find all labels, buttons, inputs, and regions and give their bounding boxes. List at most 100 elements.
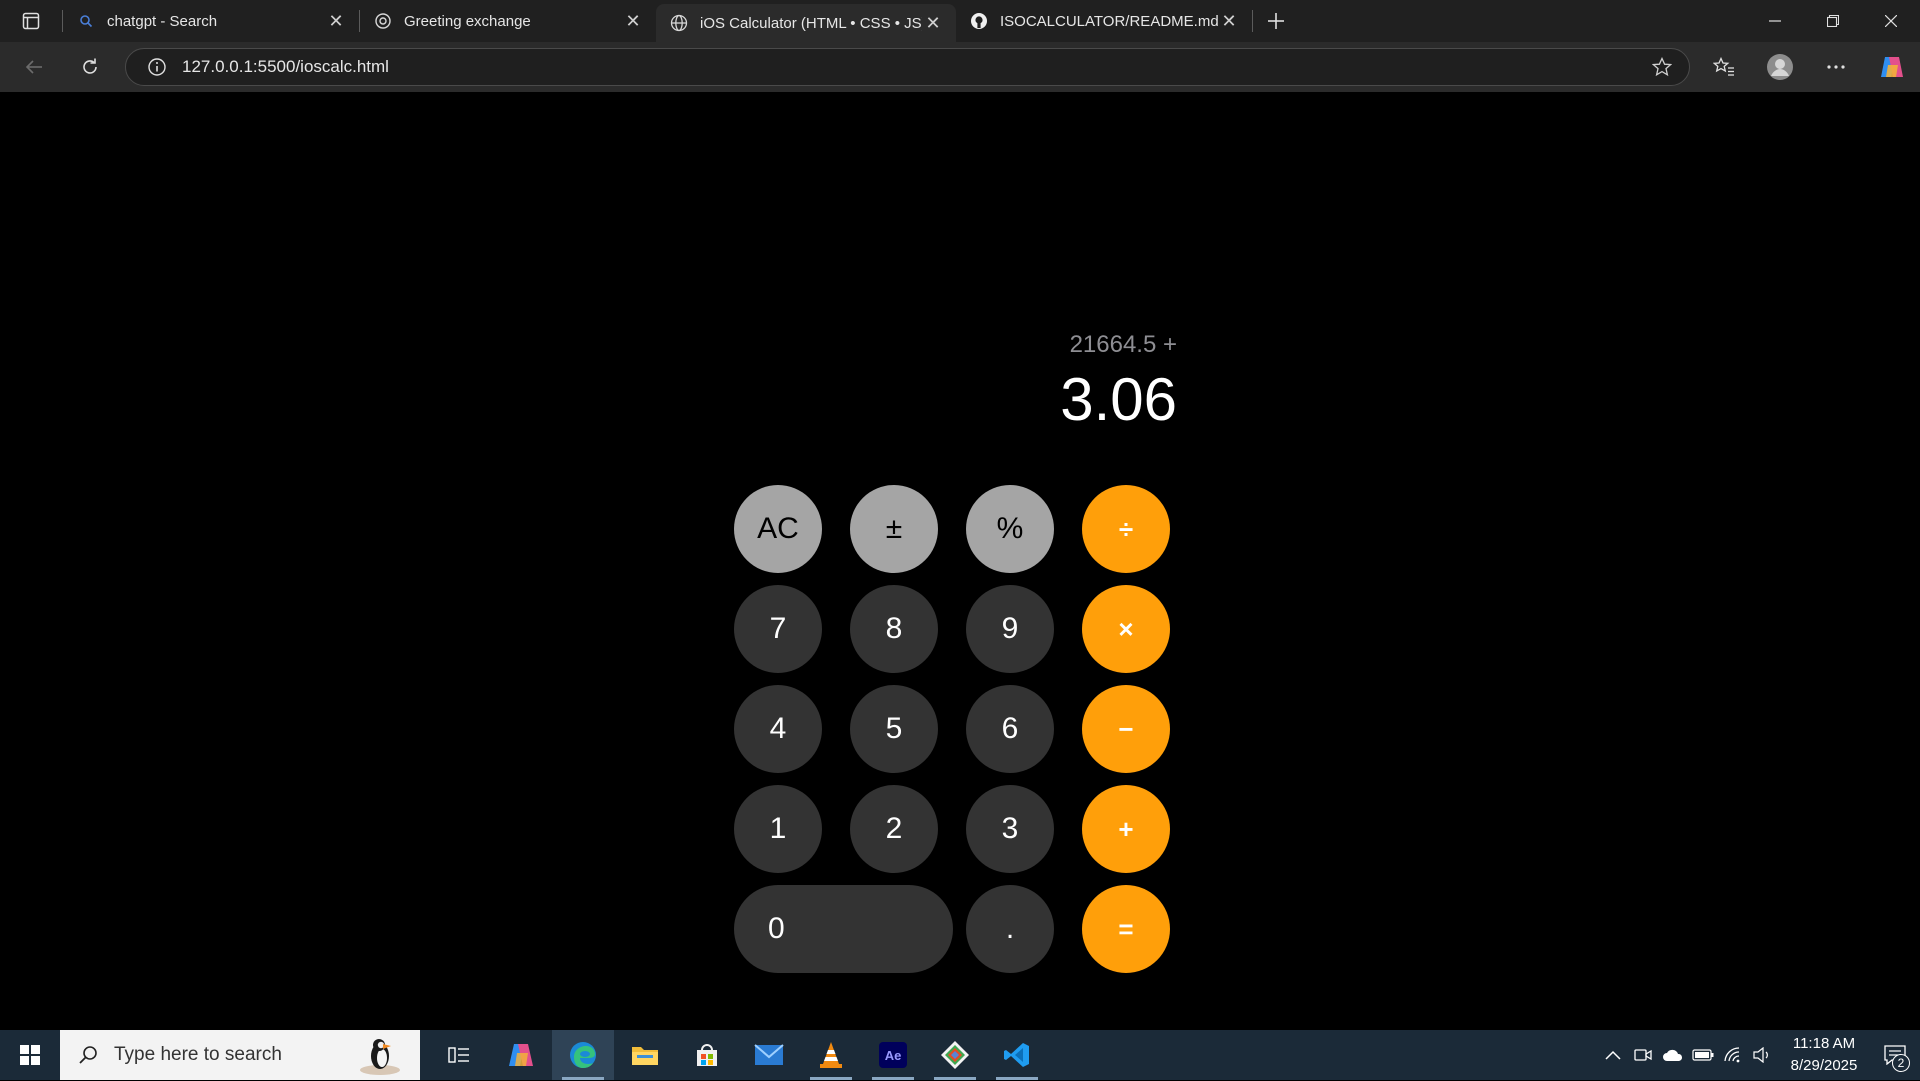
notification-count-badge: 2 <box>1892 1054 1910 1072</box>
volume-button[interactable] <box>1748 1030 1778 1080</box>
mail-button[interactable] <box>738 1030 800 1080</box>
divide-button[interactable]: ÷ <box>1082 485 1170 573</box>
more-dots-icon <box>1827 65 1845 69</box>
task-view-icon <box>448 1047 469 1063</box>
digit-6-button[interactable]: 6 <box>966 685 1054 773</box>
copilot-icon <box>509 1044 533 1066</box>
copilot-icon <box>1881 57 1903 77</box>
back-button[interactable] <box>12 45 56 89</box>
show-hidden-icons-button[interactable] <box>1598 1030 1628 1080</box>
equals-button[interactable]: = <box>1082 885 1170 973</box>
tab-close-icon[interactable]: ✕ <box>922 12 944 34</box>
copilot-button[interactable] <box>1864 42 1920 92</box>
decimal-button[interactable]: . <box>966 885 1054 973</box>
new-tab-button[interactable] <box>1253 0 1299 42</box>
microsoft-store-button[interactable] <box>676 1030 738 1080</box>
tab-github-readme[interactable]: ISOCALCULATOR/README.md at m ✕ <box>956 0 1252 42</box>
restore-icon <box>1827 15 1839 27</box>
digit-5-button[interactable]: 5 <box>850 685 938 773</box>
favorites-icon <box>1713 57 1734 76</box>
digit-7-button[interactable]: 7 <box>734 585 822 673</box>
task-view-button[interactable] <box>428 1030 490 1080</box>
folder-icon <box>632 1047 658 1065</box>
close-window-button[interactable] <box>1862 0 1920 42</box>
speaker-icon <box>1753 1047 1768 1063</box>
ac-button[interactable]: AC <box>734 485 822 573</box>
after-effects-button[interactable]: Ae <box>862 1030 924 1080</box>
multiply-button[interactable]: × <box>1082 585 1170 673</box>
digit-9-button[interactable]: 9 <box>966 585 1054 673</box>
digit-8-button[interactable]: 8 <box>850 585 938 673</box>
taskbar-search-box[interactable]: Type here to search <box>60 1030 420 1080</box>
system-tray: 11:18 AM 8/29/2025 2 <box>1598 1030 1920 1080</box>
vscode-button[interactable] <box>986 1030 1048 1080</box>
chevron-up-icon <box>1605 1050 1621 1060</box>
favorite-star-icon[interactable] <box>1651 56 1673 78</box>
edge-browser-icon <box>570 1042 596 1068</box>
back-arrow-icon <box>25 60 42 74</box>
url-text[interactable]: 127.0.0.1:5500/ioscalc.html <box>182 57 389 77</box>
svg-text:Ae: Ae <box>885 1048 902 1063</box>
plus-minus-button[interactable]: ± <box>850 485 938 573</box>
start-button[interactable] <box>0 1030 60 1080</box>
minimize-button[interactable] <box>1746 0 1804 42</box>
search-placeholder: Type here to search <box>114 1044 282 1065</box>
digit-3-button[interactable]: 3 <box>966 785 1054 873</box>
notification-center-button[interactable]: 2 <box>1870 1030 1920 1080</box>
battery-icon <box>1692 1049 1714 1061</box>
after-effects-icon: Ae <box>879 1042 907 1068</box>
tab-title: Greeting exchange <box>404 12 531 30</box>
digit-4-button[interactable]: 4 <box>734 685 822 773</box>
calculator-keypad: AC ± % ÷ 7 8 9 × 4 5 6 − 1 2 3 + 0 . = <box>734 485 1176 973</box>
tab-title: iOS Calculator (HTML • CSS • JS) <box>700 14 922 32</box>
refresh-icon <box>83 58 97 74</box>
network-button[interactable] <box>1718 1030 1748 1080</box>
chatgpt-icon <box>374 12 392 30</box>
mail-envelope-icon <box>754 1044 784 1065</box>
meet-now-button[interactable] <box>1628 1030 1658 1080</box>
plus-button[interactable]: + <box>1082 785 1170 873</box>
clock-date: 8/29/2025 <box>1790 1057 1858 1074</box>
address-bar[interactable]: 127.0.0.1:5500/ioscalc.html <box>125 48 1690 86</box>
camera-icon <box>1634 1049 1652 1061</box>
tab-actions-button[interactable] <box>0 0 62 42</box>
favorites-button[interactable] <box>1696 42 1752 92</box>
minimize-icon <box>1769 20 1781 22</box>
battery-button[interactable] <box>1688 1030 1718 1080</box>
minus-button[interactable]: − <box>1082 685 1170 773</box>
restore-button[interactable] <box>1804 0 1862 42</box>
tab-greeting-exchange[interactable]: Greeting exchange ✕ <box>360 0 656 42</box>
taskbar-clock[interactable]: 11:18 AM 8/29/2025 <box>1778 1033 1870 1077</box>
digit-2-button[interactable]: 2 <box>850 785 938 873</box>
refresh-button[interactable] <box>68 45 112 89</box>
git-tool-button[interactable] <box>924 1030 986 1080</box>
tab-close-icon[interactable]: ✕ <box>325 10 347 32</box>
file-explorer-button[interactable] <box>614 1030 676 1080</box>
percent-button[interactable]: % <box>966 485 1054 573</box>
settings-more-button[interactable] <box>1808 42 1864 92</box>
profile-button[interactable] <box>1752 42 1808 92</box>
tab-chatgpt-search[interactable]: chatgpt - Search ✕ <box>63 0 359 42</box>
tab-ios-calculator[interactable]: iOS Calculator (HTML • CSS • JS) ✕ <box>656 4 956 42</box>
tab-title: ISOCALCULATOR/README.md at m <box>1000 12 1218 30</box>
tab-close-icon[interactable]: ✕ <box>1218 10 1240 32</box>
expression-display: 21664.5 + <box>1069 331 1177 358</box>
clock-time: 11:18 AM <box>1792 1035 1856 1052</box>
cloud-icon <box>1663 1049 1683 1061</box>
tab-close-icon[interactable]: ✕ <box>622 10 644 32</box>
windows-logo-icon <box>20 1045 40 1065</box>
plus-icon <box>1268 13 1284 29</box>
window-controls <box>1746 0 1920 42</box>
onedrive-button[interactable] <box>1658 1030 1688 1080</box>
copilot-taskbar-button[interactable] <box>490 1030 552 1080</box>
digit-0-button[interactable]: 0 <box>734 885 953 973</box>
vlc-button[interactable] <box>800 1030 862 1080</box>
puffin-search-highlight-icon <box>358 1034 404 1076</box>
site-info-icon[interactable] <box>146 56 168 78</box>
browser-toolbar: 127.0.0.1:5500/ioscalc.html <box>0 42 1920 92</box>
page-viewport: 21664.5 + 3.0 6 AC ± % ÷ 7 8 9 × 4 5 6 − … <box>5 93 1915 1025</box>
vlc-cone-icon <box>820 1042 842 1068</box>
digit-1-button[interactable]: 1 <box>734 785 822 873</box>
edge-taskbar-button[interactable] <box>552 1030 614 1080</box>
search-icon <box>76 1043 100 1067</box>
